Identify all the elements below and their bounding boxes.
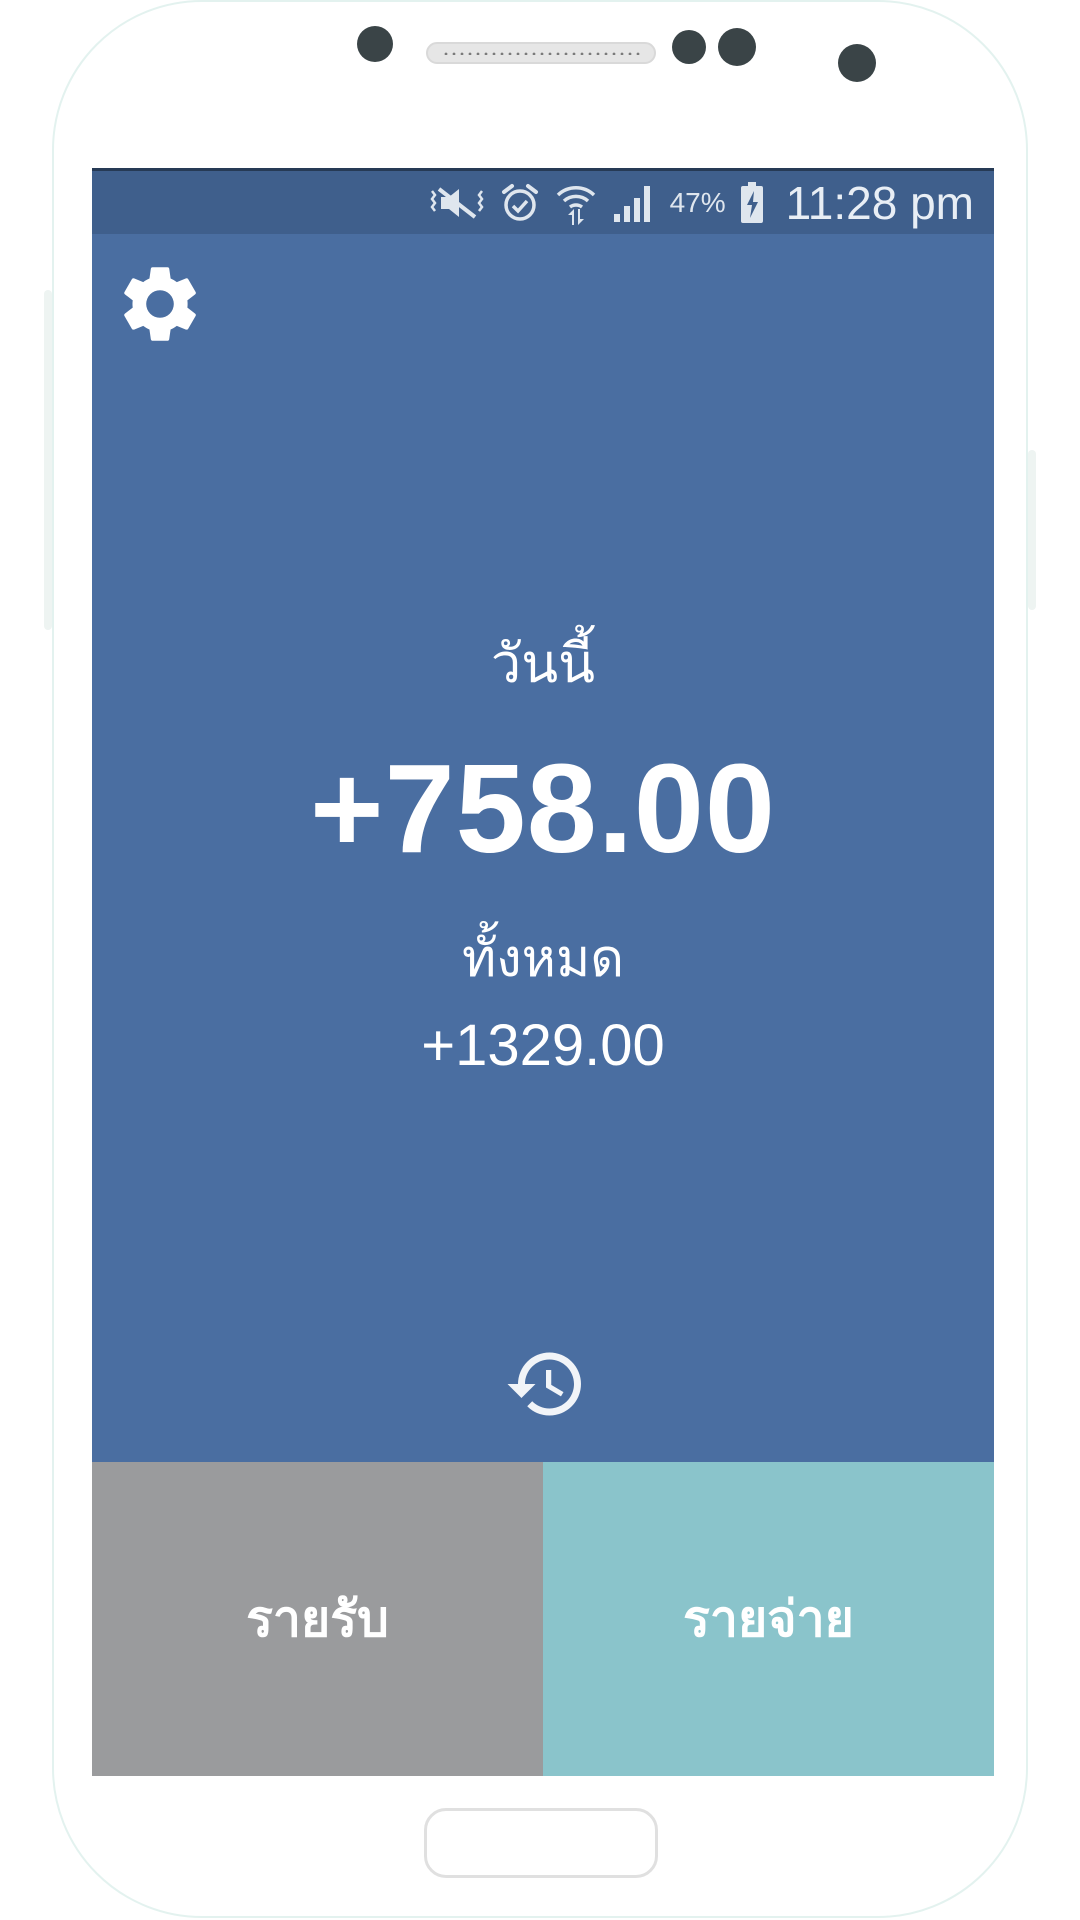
expense-button[interactable]: รายจ่าย — [543, 1462, 994, 1776]
income-label: รายรับ — [246, 1589, 389, 1648]
today-amount: +758.00 — [310, 738, 776, 879]
history-icon — [507, 1352, 581, 1416]
front-sensor — [357, 26, 393, 62]
expense-label: รายจ่าย — [683, 1589, 854, 1648]
battery-charging-icon — [740, 181, 764, 224]
wifi-icon — [554, 181, 598, 225]
status-icons: 47% 11:28 pm — [428, 171, 974, 234]
status-bar: 47% 11:28 pm — [92, 168, 994, 234]
today-label: วันนี้ — [490, 632, 596, 695]
gear-icon — [124, 267, 196, 341]
mute-vibrate-icon — [428, 183, 486, 223]
total-label: ทั้งหมด — [462, 929, 624, 989]
proximity-sensor — [672, 30, 706, 64]
income-button[interactable]: รายรับ — [92, 1462, 543, 1776]
status-clock: 11:28 pm — [785, 176, 974, 229]
app-screen: 47% 11:28 pm วันนี้ +758.00 ทั้งหมด +132… — [92, 168, 994, 1776]
home-button[interactable] — [424, 1808, 658, 1878]
history-button[interactable] — [504, 1342, 588, 1426]
signal-icon — [612, 182, 656, 224]
front-camera — [838, 44, 876, 82]
battery-percent: 47% — [669, 186, 726, 218]
settings-button[interactable] — [114, 258, 206, 350]
total-amount: +1329.00 — [421, 1013, 665, 1078]
alarm-icon — [500, 182, 540, 224]
light-sensor — [718, 28, 756, 66]
phone-power-button — [1028, 450, 1036, 610]
earpiece-speaker — [426, 42, 656, 64]
action-bar: รายรับ รายจ่าย — [92, 1462, 994, 1776]
phone-volume-button — [44, 290, 52, 630]
